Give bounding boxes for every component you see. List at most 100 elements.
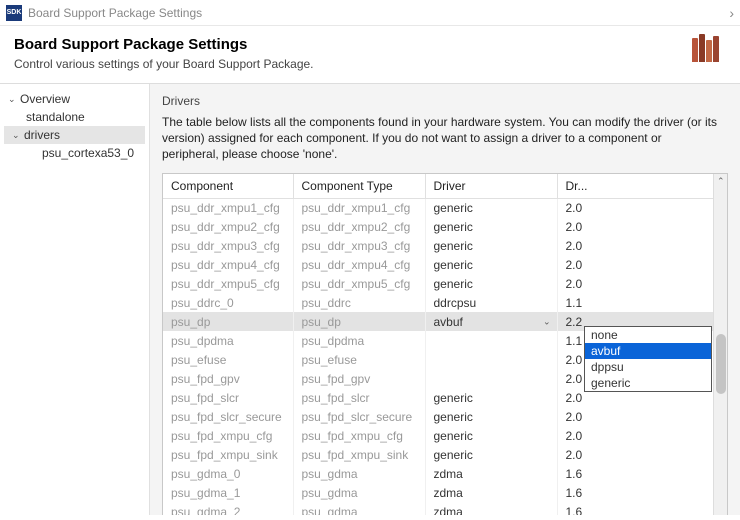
app-icon: SDK: [6, 5, 22, 21]
cell-component-type: psu_ddr_xmpu5_cfg: [293, 274, 425, 293]
cell-driver[interactable]: generic: [425, 274, 557, 293]
cell-driver[interactable]: generic: [425, 426, 557, 445]
tree-item-standalone[interactable]: standalone: [4, 108, 145, 126]
cell-component-type: psu_ddrc: [293, 293, 425, 312]
chevron-down-icon[interactable]: ⌄: [543, 316, 551, 327]
table-row[interactable]: psu_ddr_xmpu3_cfgpsu_ddr_xmpu3_cfggeneri…: [163, 236, 713, 255]
cell-version[interactable]: 2.0: [557, 255, 713, 274]
cell-version[interactable]: 2.0: [557, 445, 713, 464]
header: Board Support Package Settings Control v…: [0, 26, 740, 83]
driver-select-dropdown[interactable]: none avbuf dppsu generic: [584, 326, 712, 392]
cell-component: psu_gdma_1: [163, 483, 293, 502]
cell-component: psu_ddr_xmpu4_cfg: [163, 255, 293, 274]
col-component-type[interactable]: Component Type: [293, 174, 425, 199]
tree-item-overview[interactable]: ⌄ Overview: [4, 90, 145, 108]
cell-version[interactable]: 2.0: [557, 198, 713, 217]
cell-driver[interactable]: generic: [425, 255, 557, 274]
vertical-scrollbar[interactable]: ⌃: [713, 174, 727, 515]
window-title: Board Support Package Settings: [28, 6, 202, 20]
dropdown-option-dppsu[interactable]: dppsu: [585, 359, 711, 375]
cell-component-type: psu_dp: [293, 312, 425, 331]
cell-component: psu_fpd_gpv: [163, 369, 293, 388]
panel-title: Drivers: [162, 94, 728, 108]
table-row[interactable]: psu_gdma_2psu_gdmazdma1.6: [163, 502, 713, 515]
cell-component-type: psu_fpd_slcr: [293, 388, 425, 407]
cell-component-type: psu_ddr_xmpu2_cfg: [293, 217, 425, 236]
table-row[interactable]: psu_ddr_xmpu1_cfgpsu_ddr_xmpu1_cfggeneri…: [163, 198, 713, 217]
cell-version[interactable]: 1.6: [557, 502, 713, 515]
cell-component: psu_dpdma: [163, 331, 293, 350]
cell-component-type: psu_fpd_gpv: [293, 369, 425, 388]
cell-driver[interactable]: generic: [425, 388, 557, 407]
tree-item-psu-cortexa53[interactable]: psu_cortexa53_0: [4, 144, 145, 162]
table-row[interactable]: psu_ddr_xmpu5_cfgpsu_ddr_xmpu5_cfggeneri…: [163, 274, 713, 293]
titlebar: SDK Board Support Package Settings ›: [0, 0, 740, 26]
cell-component-type: psu_gdma: [293, 464, 425, 483]
table-row[interactable]: psu_gdma_1psu_gdmazdma1.6: [163, 483, 713, 502]
cell-version[interactable]: 2.0: [557, 236, 713, 255]
dropdown-option-none[interactable]: none: [585, 327, 711, 343]
cell-component-type: psu_dpdma: [293, 331, 425, 350]
cell-version[interactable]: 2.0: [557, 217, 713, 236]
table-row[interactable]: psu_gdma_0psu_gdmazdma1.6: [163, 464, 713, 483]
cell-version[interactable]: 1.6: [557, 464, 713, 483]
cell-version[interactable]: 2.0: [557, 407, 713, 426]
page-description: Control various settings of your Board S…: [14, 57, 692, 71]
table-row[interactable]: psu_ddr_xmpu2_cfgpsu_ddr_xmpu2_cfggeneri…: [163, 217, 713, 236]
table-row[interactable]: psu_fpd_xmpu_sinkpsu_fpd_xmpu_sinkgeneri…: [163, 445, 713, 464]
cell-component-type: psu_gdma: [293, 502, 425, 515]
cell-version[interactable]: 1.1: [557, 293, 713, 312]
dropdown-option-generic[interactable]: generic: [585, 375, 711, 391]
cell-component: psu_efuse: [163, 350, 293, 369]
cell-driver[interactable]: [425, 369, 557, 388]
cell-driver[interactable]: [425, 331, 557, 350]
cell-component-type: psu_fpd_xmpu_cfg: [293, 426, 425, 445]
cell-component: psu_fpd_slcr: [163, 388, 293, 407]
col-driver-version[interactable]: Dr...: [557, 174, 713, 199]
chevron-down-icon[interactable]: ⌄: [12, 130, 22, 141]
dropdown-option-avbuf[interactable]: avbuf: [585, 343, 711, 359]
panel-description: The table below lists all the components…: [162, 114, 728, 163]
cell-component-type: psu_ddr_xmpu1_cfg: [293, 198, 425, 217]
close-icon[interactable]: ›: [729, 5, 734, 21]
cell-component: psu_gdma_2: [163, 502, 293, 515]
tree-item-drivers[interactable]: ⌄ drivers: [4, 126, 145, 144]
table-row[interactable]: psu_fpd_slcr_securepsu_fpd_slcr_securege…: [163, 407, 713, 426]
table-row[interactable]: psu_ddr_xmpu4_cfgpsu_ddr_xmpu4_cfggeneri…: [163, 255, 713, 274]
chevron-down-icon[interactable]: ⌄: [8, 94, 18, 105]
cell-driver[interactable]: generic: [425, 407, 557, 426]
cell-component-type: psu_ddr_xmpu4_cfg: [293, 255, 425, 274]
cell-component-type: psu_fpd_slcr_secure: [293, 407, 425, 426]
table-row[interactable]: psu_ddrc_0psu_ddrcddrcpsu1.1: [163, 293, 713, 312]
cell-component-type: psu_ddr_xmpu3_cfg: [293, 236, 425, 255]
sidebar: ⌄ Overview standalone ⌄ drivers psu_cort…: [0, 84, 150, 515]
cell-version[interactable]: 1.6: [557, 483, 713, 502]
cell-driver[interactable]: generic: [425, 236, 557, 255]
cell-component: psu_ddr_xmpu2_cfg: [163, 217, 293, 236]
cell-driver[interactable]: generic: [425, 445, 557, 464]
cell-component: psu_fpd_xmpu_cfg: [163, 426, 293, 445]
cell-driver[interactable]: zdma: [425, 502, 557, 515]
col-driver[interactable]: Driver: [425, 174, 557, 199]
cell-component-type: psu_fpd_xmpu_sink: [293, 445, 425, 464]
books-icon: [692, 34, 726, 64]
cell-driver[interactable]: generic: [425, 217, 557, 236]
scrollbar-thumb[interactable]: [716, 334, 726, 394]
cell-component-type: psu_efuse: [293, 350, 425, 369]
cell-version[interactable]: 2.0: [557, 426, 713, 445]
cell-driver[interactable]: avbuf⌄: [425, 312, 557, 331]
cell-driver[interactable]: zdma: [425, 464, 557, 483]
cell-component-type: psu_gdma: [293, 483, 425, 502]
cell-driver[interactable]: generic: [425, 198, 557, 217]
scroll-up-icon[interactable]: ⌃: [717, 176, 725, 187]
page-title: Board Support Package Settings: [14, 36, 692, 53]
cell-component: psu_ddr_xmpu1_cfg: [163, 198, 293, 217]
cell-component: psu_dp: [163, 312, 293, 331]
cell-driver[interactable]: ddrcpsu: [425, 293, 557, 312]
table-row[interactable]: psu_fpd_xmpu_cfgpsu_fpd_xmpu_cfggeneric2…: [163, 426, 713, 445]
col-component[interactable]: Component: [163, 174, 293, 199]
cell-version[interactable]: 2.0: [557, 274, 713, 293]
cell-driver[interactable]: zdma: [425, 483, 557, 502]
cell-component: psu_fpd_xmpu_sink: [163, 445, 293, 464]
cell-driver[interactable]: [425, 350, 557, 369]
